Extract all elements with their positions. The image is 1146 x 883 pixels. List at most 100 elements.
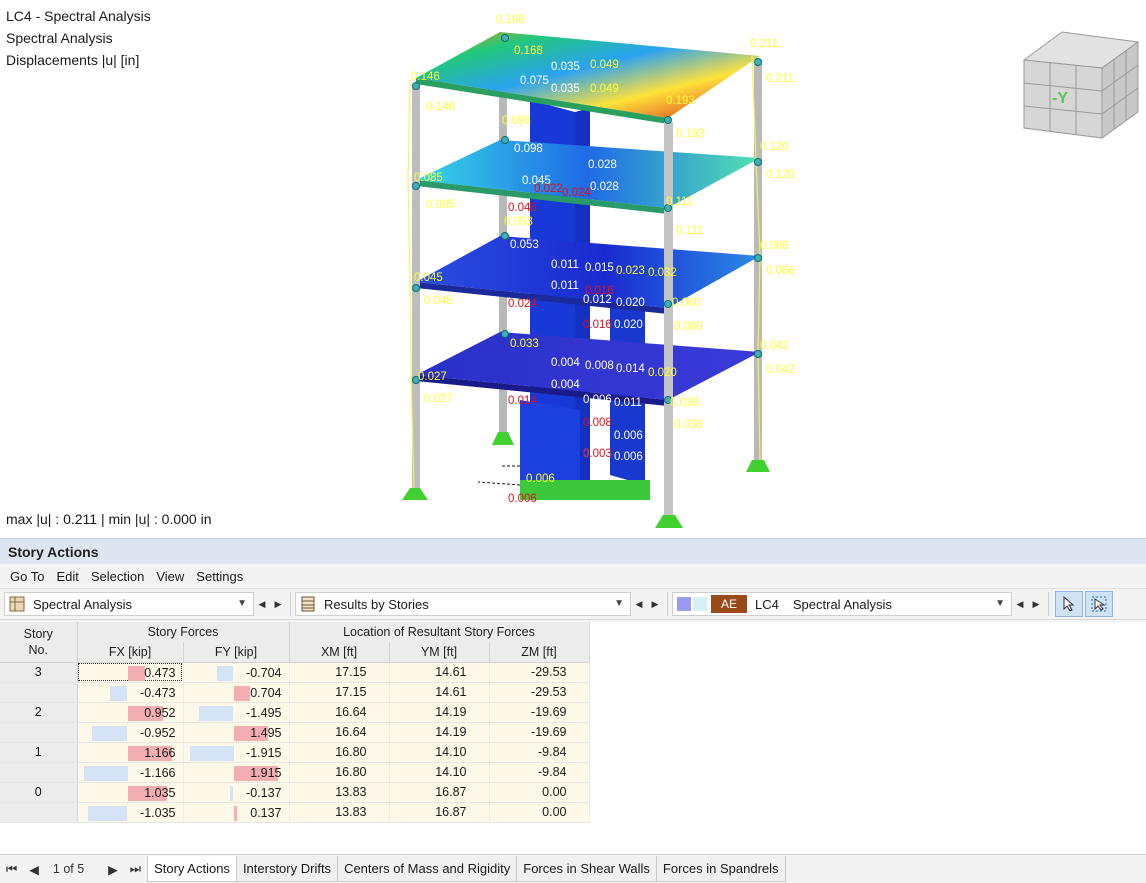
analysis-type-value: Spectral Analysis [33,596,132,612]
tab-forces-in-spandrels[interactable]: Forces in Spandrels [655,856,786,882]
displacement-label: 0.086 [760,240,789,252]
tab-story-actions[interactable]: Story Actions [147,856,237,882]
table-row[interactable]: 2 0.952 -1.495 16.64 14.19 -19.69 [0,702,590,723]
table-row[interactable]: 1 1.166 -1.915 16.80 14.10 -9.84 [0,742,590,763]
table-row[interactable]: -0.952 1.495 16.64 14.19 -19.69 [0,722,590,743]
fx-cell[interactable]: -0.952 [77,722,184,743]
next-icon[interactable]: ▶ [1028,593,1044,615]
displacement-label: 0.011 [614,397,642,409]
ym-cell[interactable]: 14.61 [389,682,490,703]
fy-cell[interactable]: 0.137 [183,802,290,823]
xm-cell[interactable]: 16.64 [289,702,390,723]
fx-cell[interactable]: 1.166 [77,742,184,763]
zm-cell[interactable]: 0.00 [489,802,590,823]
menu-view[interactable]: View [150,566,190,587]
first-page-icon[interactable]: ⏮ [0,862,23,877]
analysis-type-select[interactable]: Spectral Analysis ▼ [4,592,254,616]
fy-cell[interactable]: -1.915 [183,742,290,763]
header-story-no[interactable]: Story No. [0,622,78,663]
fx-value: 0.952 [144,705,176,720]
zm-cell[interactable]: -9.84 [489,762,590,783]
ym-cell[interactable]: 14.10 [389,742,490,763]
table-row[interactable]: 3 0.473 -0.704 17.15 14.61 -29.53 [0,662,590,683]
displacement-label: 0.120 [760,141,789,153]
fy-cell[interactable]: 1.915 [183,762,290,783]
bottom-tab-bar: ⏮ ◀ 1 of 5 ▶ ⏭ Story Actions Interstory … [0,854,1146,883]
xm-cell[interactable]: 17.15 [289,682,390,703]
zm-cell[interactable]: -19.69 [489,702,590,723]
displacement-label: 0.035 [551,61,580,73]
header-xm[interactable]: XM [ft] [289,642,390,663]
fx-cell[interactable]: -0.473 [77,682,184,703]
select-objects-button[interactable] [1055,591,1083,617]
fy-cell[interactable]: -1.495 [183,702,290,723]
load-case-name: Spectral Analysis [792,596,892,612]
ym-cell[interactable]: 14.10 [389,762,490,783]
show-selection-button[interactable] [1085,591,1113,617]
fx-cell[interactable]: 0.952 [77,702,184,723]
ym-cell[interactable]: 14.19 [389,722,490,743]
xm-cell[interactable]: 16.64 [289,722,390,743]
menu-edit[interactable]: Edit [50,566,84,587]
view-cube[interactable]: -Y [1022,30,1140,140]
fx-cell[interactable]: -1.166 [77,762,184,783]
fx-cell[interactable]: 0.473 [77,662,184,683]
zm-cell[interactable]: -29.53 [489,682,590,703]
story-number-cell: 0 [0,782,78,803]
header-zm[interactable]: ZM [ft] [489,642,590,663]
displacement-label: 0.049 [590,59,619,71]
table-row[interactable]: -0.473 0.704 17.15 14.61 -29.53 [0,682,590,703]
header-fy[interactable]: FY [kip] [183,642,290,663]
model-viewport[interactable]: LC4 - Spectral Analysis Spectral Analysi… [0,0,1146,538]
tab-centers-of-mass-and-rigidity[interactable]: Centers of Mass and Rigidity [337,856,518,882]
last-page-icon[interactable]: ⏭ [124,862,147,877]
load-case-type-badge: AE [711,595,748,613]
fx-cell[interactable]: -1.035 [77,802,184,823]
fx-cell[interactable]: 1.035 [77,782,184,803]
ym-cell[interactable]: 14.61 [389,662,490,683]
zm-cell[interactable]: -29.53 [489,662,590,683]
results-category-select[interactable]: Results by Stories ▼ [295,592,631,616]
ym-cell[interactable]: 16.87 [389,802,490,823]
menu-go-to[interactable]: Go To [4,566,50,587]
tab-interstory-drifts[interactable]: Interstory Drifts [235,856,339,882]
xm-cell[interactable]: 13.83 [289,782,390,803]
story-number-cell: 3 [0,662,78,683]
next-icon[interactable]: ▶ [270,593,286,615]
ym-cell[interactable]: 16.87 [389,782,490,803]
next-page-icon[interactable]: ▶ [102,862,124,877]
ym-cell[interactable]: 14.19 [389,702,490,723]
table-row[interactable]: -1.166 1.915 16.80 14.10 -9.84 [0,762,590,783]
previous-page-icon[interactable]: ◀ [23,862,45,877]
displacement-label: 0.020 [616,297,645,309]
menu-selection[interactable]: Selection [85,566,150,587]
fy-cell[interactable]: -0.137 [183,782,290,803]
menu-settings[interactable]: Settings [190,566,249,587]
xm-cell[interactable]: 17.15 [289,662,390,683]
table-row[interactable]: -1.035 0.137 13.83 16.87 0.00 [0,802,590,823]
chevron-down-icon: ▼ [995,598,1005,609]
previous-icon[interactable]: ◀ [254,593,270,615]
next-icon[interactable]: ▶ [647,593,663,615]
load-case-select[interactable]: AE LC4 Spectral Analysis ▼ [672,592,1012,616]
xm-cell[interactable]: 16.80 [289,742,390,763]
header-fx[interactable]: FX [kip] [77,642,184,663]
fy-value: 1.495 [250,725,282,740]
previous-icon[interactable]: ◀ [1012,593,1028,615]
header-ym[interactable]: YM [ft] [389,642,490,663]
table-row[interactable]: 0 1.035 -0.137 13.83 16.87 0.00 [0,782,590,803]
fy-value: -1.915 [246,745,282,760]
fy-cell[interactable]: 0.704 [183,682,290,703]
zm-cell[interactable]: 0.00 [489,782,590,803]
support [492,432,514,445]
xm-cell[interactable]: 16.80 [289,762,390,783]
story-number-cell [0,762,78,783]
tab-forces-in-shear-walls[interactable]: Forces in Shear Walls [516,856,657,882]
fy-cell[interactable]: 1.495 [183,722,290,743]
fy-cell[interactable]: -0.704 [183,662,290,683]
xm-cell[interactable]: 13.83 [289,802,390,823]
zm-cell[interactable]: -19.69 [489,722,590,743]
zm-cell[interactable]: -9.84 [489,742,590,763]
previous-icon[interactable]: ◀ [631,593,647,615]
displacement-label: 0.045 [414,272,443,284]
